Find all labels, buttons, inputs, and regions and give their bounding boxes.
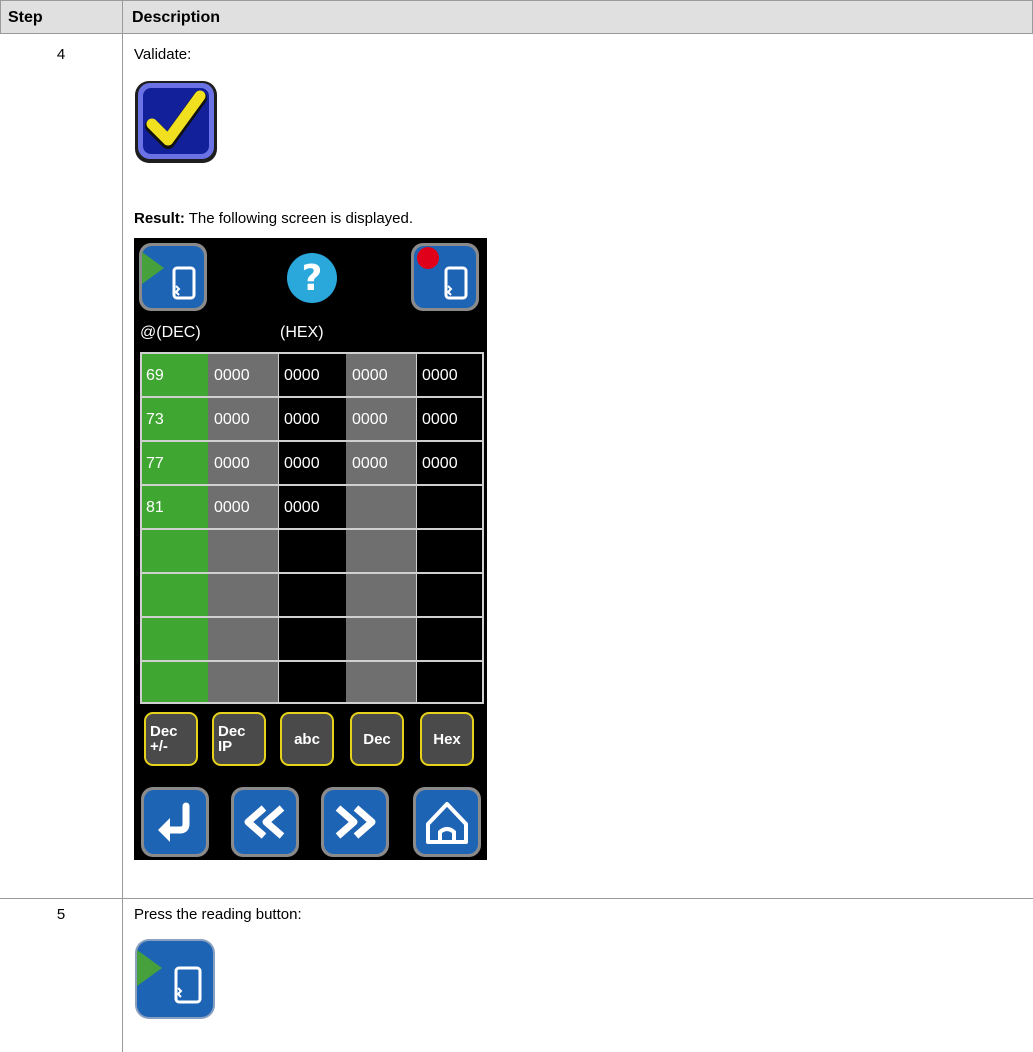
step-number: 5 — [56, 906, 66, 923]
result-line: Result: The following screen is displaye… — [134, 210, 413, 227]
button-label: IP — [218, 738, 233, 755]
table-header: Step Description — [0, 0, 1033, 34]
svg-text:?: ? — [302, 258, 323, 299]
register-grid: 69 0000 0000 0000 0000 73 0000 0000 0000… — [140, 352, 484, 704]
address-cell[interactable]: 77 — [140, 442, 164, 486]
instruction-text: Press the reading button: — [134, 906, 302, 923]
value-cell[interactable]: 0000 — [278, 398, 320, 442]
value-cell[interactable] — [346, 486, 352, 530]
instruction-text: Validate: — [134, 46, 192, 63]
value-cell[interactable]: 0000 — [278, 354, 320, 398]
value-cell[interactable]: 0000 — [278, 486, 320, 530]
home-icon[interactable] — [412, 786, 482, 858]
hex-button[interactable]: Hex — [420, 712, 474, 766]
grid-line — [140, 660, 484, 662]
help-icon[interactable]: ? — [286, 252, 338, 304]
value-cell[interactable] — [416, 486, 422, 530]
button-label: +/- — [150, 738, 168, 755]
read-icon — [135, 939, 215, 1019]
row-divider — [0, 898, 1033, 899]
step-number: 4 — [56, 46, 66, 63]
grid-line — [140, 616, 484, 618]
dec-ip-button[interactable]: Dec IP — [212, 712, 266, 766]
address-label: @(DEC) — [140, 324, 201, 341]
dec-signed-button[interactable]: Dec +/- — [144, 712, 198, 766]
divider — [0, 0, 1, 34]
value-cell[interactable]: 0000 — [278, 442, 320, 486]
back-icon[interactable] — [140, 786, 210, 858]
value-cell[interactable]: 0000 — [416, 398, 458, 442]
column-divider — [122, 0, 123, 1052]
value-label: (HEX) — [280, 324, 324, 341]
write-icon[interactable] — [410, 242, 480, 312]
value-cell[interactable]: 0000 — [208, 398, 250, 442]
value-cell[interactable]: 0000 — [416, 354, 458, 398]
button-label: Dec — [363, 730, 391, 748]
value-cell[interactable]: 0000 — [346, 354, 388, 398]
value-cell[interactable]: 0000 — [208, 442, 250, 486]
address-cell[interactable]: 73 — [140, 398, 164, 442]
header-step: Step — [8, 9, 43, 26]
abc-button[interactable]: abc — [280, 712, 334, 766]
button-label: abc — [294, 730, 320, 748]
value-cell[interactable]: 0000 — [346, 442, 388, 486]
read-icon[interactable] — [138, 242, 208, 312]
grid-line — [140, 572, 484, 574]
address-cell[interactable]: 69 — [140, 354, 164, 398]
next-page-icon[interactable] — [320, 786, 390, 858]
device-screen: ? @(DEC) (HEX) 69 0000 0000 0000 0000 73… — [134, 238, 487, 860]
result-label: Result: — [134, 210, 185, 227]
value-cell[interactable]: 0000 — [346, 398, 388, 442]
dec-button[interactable]: Dec — [350, 712, 404, 766]
button-label: Hex — [433, 730, 461, 748]
previous-page-icon[interactable] — [230, 786, 300, 858]
grid-line — [140, 702, 484, 704]
value-cell[interactable]: 0000 — [208, 486, 250, 530]
header-description: Description — [132, 9, 221, 26]
validate-icon — [135, 81, 217, 163]
value-cell[interactable]: 0000 — [416, 442, 458, 486]
result-text: The following screen is displayed. — [184, 210, 414, 227]
value-cell[interactable]: 0000 — [208, 354, 250, 398]
address-cell[interactable]: 81 — [140, 486, 164, 530]
